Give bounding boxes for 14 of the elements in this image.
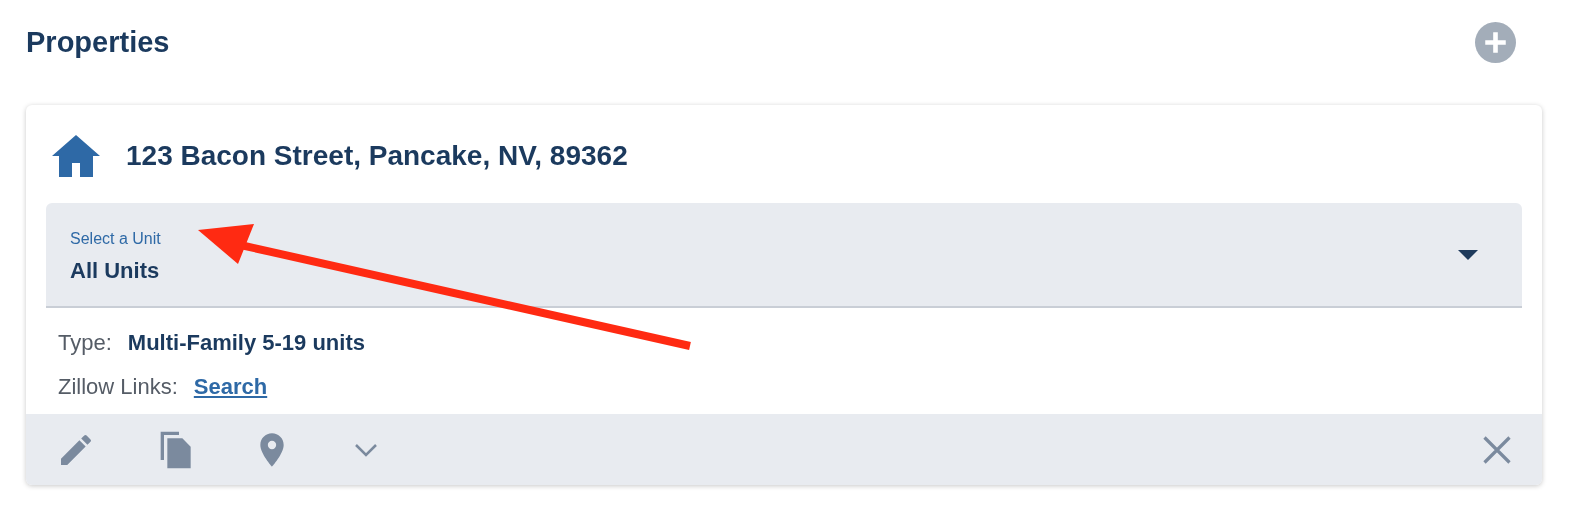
search-link[interactable]: Search bbox=[193, 374, 268, 400]
house-icon bbox=[52, 135, 100, 177]
page-title: Properties bbox=[26, 25, 170, 59]
unit-select[interactable]: Select a Unit All Units bbox=[46, 203, 1522, 308]
detail-label: Type: bbox=[58, 330, 112, 356]
dropdown-caret-icon bbox=[1458, 249, 1478, 260]
property-address: 123 Bacon Street, Pancake, NV, 89362 bbox=[126, 140, 628, 172]
detail-value: Multi-Family 5-19 units bbox=[127, 330, 365, 356]
detail-label: Zillow Links: bbox=[58, 374, 178, 400]
add-icon[interactable] bbox=[1475, 21, 1516, 63]
close-icon[interactable] bbox=[1482, 434, 1512, 465]
chevron-down-icon[interactable] bbox=[354, 442, 378, 457]
select-label: Select a Unit bbox=[70, 229, 161, 248]
select-value: All Units bbox=[70, 257, 161, 284]
